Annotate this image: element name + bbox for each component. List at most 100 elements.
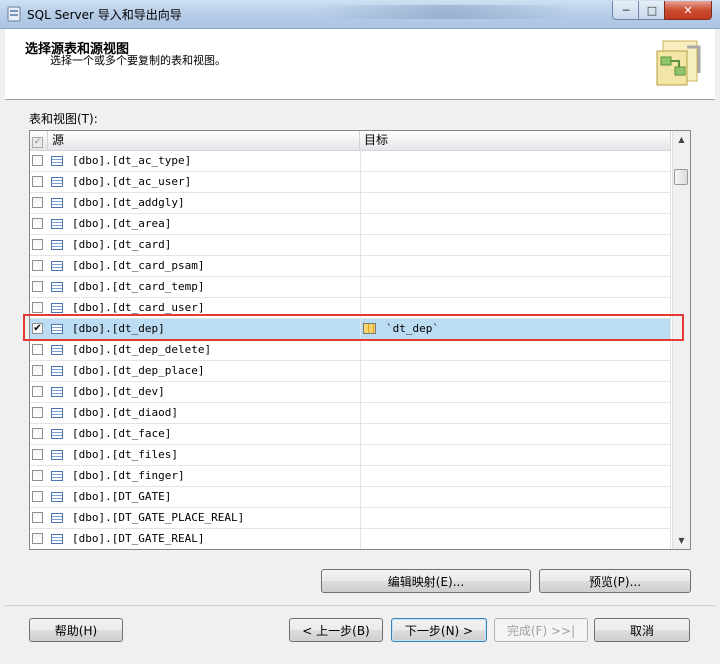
column-divider (360, 445, 361, 465)
column-divider (670, 298, 671, 318)
grid-rows: [dbo].[dt_ac_type] [dbo].[dt_ac_user] [dbo… (30, 151, 671, 549)
row-checkbox[interactable] (32, 344, 43, 355)
row-checkbox[interactable] (32, 470, 43, 481)
column-divider (360, 277, 361, 297)
page-subtitle: 选择一个或多个要复制的表和视图。 (50, 54, 226, 67)
row-checkbox[interactable] (32, 218, 43, 229)
table-row[interactable]: [dbo].[dt_card_temp] (30, 277, 671, 298)
column-divider (360, 256, 361, 276)
source-table-name: [dbo].[dt_card] (72, 238, 172, 251)
preview-button[interactable]: 预览(P)... (539, 569, 691, 593)
table-icon (51, 387, 63, 397)
row-checkbox[interactable] (32, 239, 43, 250)
table-row[interactable]: [dbo].[dt_card_user] (30, 298, 671, 319)
help-button[interactable]: 帮助(H) (29, 618, 123, 642)
row-checkbox[interactable] (32, 365, 43, 376)
table-row[interactable]: [dbo].[dt_files] (30, 445, 671, 466)
table-row[interactable]: [dbo].[dt_dev] (30, 382, 671, 403)
source-table-name: [dbo].[DT_GATE_PLACE_REAL] (72, 511, 245, 524)
table-icon (51, 156, 63, 166)
row-checkbox[interactable] (32, 491, 43, 502)
finish-button[interactable]: 完成(F) >>| (494, 618, 588, 642)
table-row[interactable]: ✔ [dbo].[dt_dep] `dt_dep` (30, 319, 671, 340)
preview-label: 预览(P)... (588, 574, 642, 589)
back-button[interactable]: < 上一步(B) (289, 618, 383, 642)
source-table-name: [dbo].[dt_face] (72, 427, 172, 440)
table-row[interactable]: [dbo].[dt_addgly] (30, 193, 671, 214)
select-all-checkbox[interactable]: ✓ (32, 137, 43, 148)
select-all-checkbox-header[interactable]: ✓ (30, 131, 48, 150)
column-header-destination[interactable]: 目标 (360, 131, 671, 150)
table-icon (51, 261, 63, 271)
vertical-scrollbar[interactable]: ▲ ▼ (672, 131, 690, 549)
row-checkbox[interactable] (32, 155, 43, 166)
column-divider (360, 214, 361, 234)
table-row[interactable]: [dbo].[dt_card] (30, 235, 671, 256)
table-row[interactable]: [dbo].[dt_dep_delete] (30, 340, 671, 361)
row-checkbox[interactable] (32, 449, 43, 460)
row-checkbox[interactable] (32, 302, 43, 313)
column-divider (670, 235, 671, 255)
column-divider (360, 340, 361, 360)
maximize-icon: □ (646, 3, 658, 17)
window-title: SQL Server 导入和导出向导 (27, 8, 182, 22)
column-divider (670, 466, 671, 486)
table-row[interactable]: [dbo].[dt_area] (30, 214, 671, 235)
table-row[interactable]: [dbo].[dt_ac_user] (30, 172, 671, 193)
finish-label: 完成(F) >>| (506, 623, 576, 638)
maximize-button[interactable]: □ (638, 1, 666, 20)
scroll-down-arrow-icon[interactable]: ▼ (673, 532, 690, 549)
close-button[interactable]: ✕ (664, 1, 712, 20)
row-checkbox[interactable] (32, 407, 43, 418)
blurred-background-caption (318, 5, 576, 19)
table-row[interactable]: [dbo].[DT_GATE] (30, 487, 671, 508)
destination-table-name[interactable]: `dt_dep` (386, 322, 439, 335)
row-checkbox[interactable] (32, 260, 43, 271)
column-divider (360, 151, 361, 171)
row-checkbox[interactable] (32, 386, 43, 397)
table-row[interactable]: [dbo].[DT_GATE_REAL] (30, 529, 671, 549)
close-icon: ✕ (683, 3, 693, 17)
table-row[interactable]: [dbo].[dt_finger] (30, 466, 671, 487)
table-icon (51, 492, 63, 502)
column-divider (670, 487, 671, 507)
scroll-up-arrow-icon[interactable]: ▲ (673, 131, 690, 148)
column-header-source[interactable]: 源 (48, 131, 360, 150)
table-row[interactable]: [dbo].[dt_ac_type] (30, 151, 671, 172)
row-checkbox[interactable] (32, 512, 43, 523)
next-label: 下一步(N) > (404, 623, 474, 638)
row-checkbox[interactable]: ✔ (32, 323, 43, 334)
tables-views-label: 表和视图(T): (29, 112, 98, 126)
row-checkbox[interactable] (32, 428, 43, 439)
column-divider (360, 193, 361, 213)
row-checkbox[interactable] (32, 197, 43, 208)
title-bar: SQL Server 导入和导出向导 ─ □ ✕ (0, 0, 720, 29)
table-row[interactable]: [dbo].[dt_card_psam] (30, 256, 671, 277)
column-divider (670, 214, 671, 234)
row-checkbox[interactable] (32, 533, 43, 544)
minimize-icon: ─ (622, 3, 630, 17)
footer-divider (5, 605, 715, 606)
scrollbar-thumb[interactable] (674, 169, 688, 185)
source-table-name: [dbo].[DT_GATE] (72, 490, 172, 503)
table-row[interactable]: [dbo].[dt_face] (30, 424, 671, 445)
minimize-button[interactable]: ─ (612, 1, 640, 20)
row-checkbox[interactable] (32, 281, 43, 292)
column-divider (360, 529, 361, 549)
source-table-name: [dbo].[dt_card_user] (72, 301, 205, 314)
source-table-name: [dbo].[dt_dep_delete] (72, 343, 212, 356)
table-icon (51, 198, 63, 208)
table-row[interactable]: [dbo].[dt_diaod] (30, 403, 671, 424)
row-checkbox[interactable] (32, 176, 43, 187)
table-row[interactable]: [dbo].[dt_dep_place] (30, 361, 671, 382)
table-icon (51, 429, 63, 439)
source-table-name: [dbo].[dt_finger] (72, 469, 185, 482)
table-row[interactable]: [dbo].[DT_GATE_PLACE_REAL] (30, 508, 671, 529)
cancel-button[interactable]: 取消 (594, 618, 690, 642)
tables-grid[interactable]: ✓ 源 目标 [dbo].[dt_ac_type] [dbo].[dt_ac_us… (29, 130, 691, 550)
table-icon (51, 345, 63, 355)
column-divider (360, 403, 361, 423)
table-icon (51, 471, 63, 481)
next-button[interactable]: 下一步(N) > (391, 618, 487, 642)
edit-mappings-button[interactable]: 编辑映射(E)... (321, 569, 531, 593)
